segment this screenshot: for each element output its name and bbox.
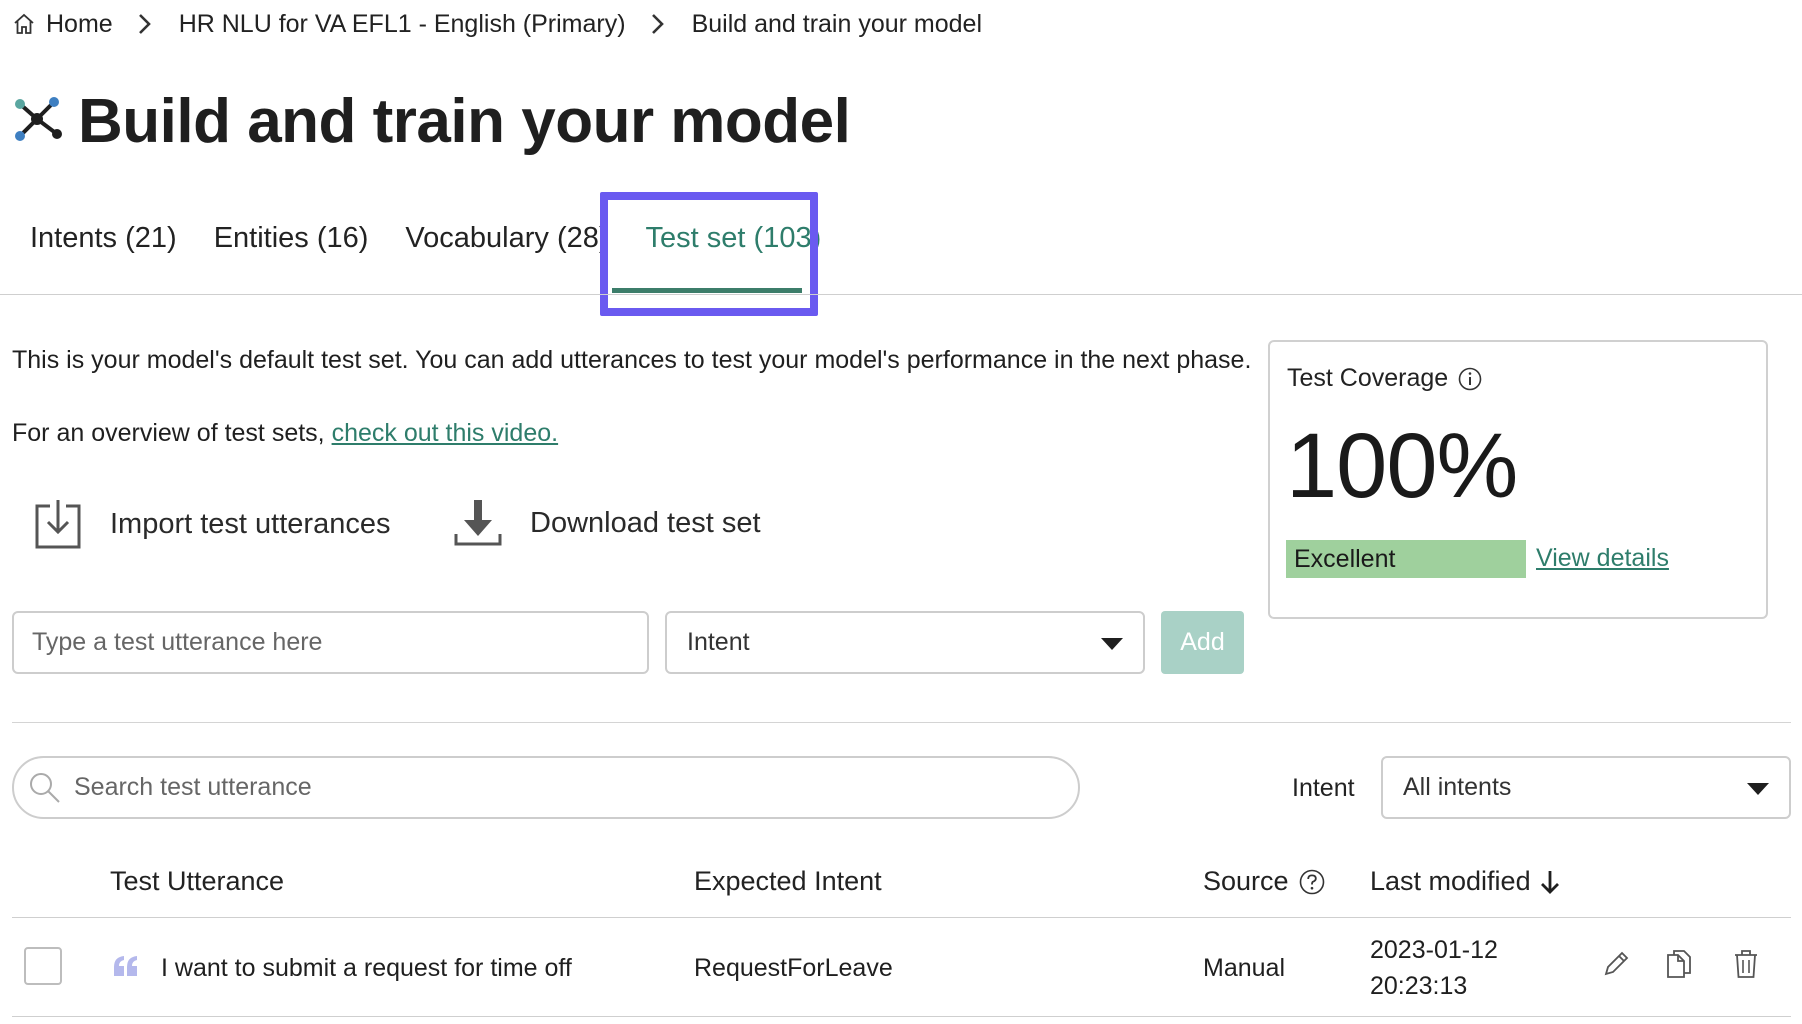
info-icon[interactable] (1458, 367, 1482, 391)
breadcrumb-project[interactable]: HR NLU for VA EFL1 - English (Primary) (179, 10, 626, 39)
trash-icon[interactable] (1733, 949, 1759, 979)
import-label: Import test utterances (110, 507, 391, 540)
modified-date: 2023-01-12 (1370, 936, 1498, 964)
test-set-description: This is your model's default test set. Y… (12, 346, 1252, 374)
tab-focus-highlight (600, 192, 818, 316)
coverage-value: 100% (1286, 415, 1518, 517)
video-hint-text: For an overview of test sets, (12, 419, 325, 447)
breadcrumb: Home HR NLU for VA EFL1 - English (Prima… (12, 8, 982, 40)
table-header-divider (12, 917, 1791, 918)
row-checkbox[interactable] (24, 947, 62, 985)
tab-vocabulary[interactable]: Vocabulary (28) (405, 222, 608, 255)
download-icon (454, 498, 502, 548)
caret-down-icon (1101, 628, 1123, 657)
search-input[interactable] (72, 772, 976, 803)
chevron-right-icon (137, 12, 153, 36)
sort-descending-icon (1539, 869, 1561, 895)
modified-time: 20:23:13 (1370, 972, 1468, 1000)
download-button[interactable]: Download test set (454, 498, 761, 548)
coverage-rating-badge: Excellent (1286, 540, 1526, 578)
import-icon (34, 498, 82, 550)
page-header: Build and train your model (12, 86, 851, 157)
column-header-intent[interactable]: Expected Intent (694, 866, 882, 897)
modified-header-label: Last modified (1370, 866, 1531, 896)
add-button[interactable]: Add (1161, 611, 1244, 674)
quote-icon (112, 955, 140, 977)
search-icon (28, 771, 62, 805)
source-value: Manual (1203, 954, 1285, 982)
coverage-label-row: Test Coverage (1287, 364, 1482, 393)
breadcrumb-home[interactable]: Home (46, 10, 113, 39)
tab-intents[interactable]: Intents (21) (30, 222, 177, 255)
active-tab-indicator (612, 288, 802, 293)
column-header-modified[interactable]: Last modified (1370, 866, 1561, 897)
section-divider (12, 722, 1791, 723)
edit-icon[interactable] (1602, 950, 1630, 978)
intent-select-value: Intent (687, 628, 750, 656)
tab-entities[interactable]: Entities (16) (214, 222, 369, 255)
model-network-icon (12, 94, 62, 149)
copy-icon[interactable] (1666, 949, 1692, 979)
table-row-divider (12, 1016, 1791, 1017)
intent-filter-value: All intents (1403, 773, 1512, 801)
video-link[interactable]: check out this video. (332, 419, 559, 447)
search-field[interactable] (12, 756, 1080, 819)
coverage-label: Test Coverage (1287, 364, 1449, 392)
chevron-right-icon (650, 12, 666, 36)
column-header-utterance[interactable]: Test Utterance (110, 866, 284, 897)
intent-filter-label: Intent (1292, 774, 1355, 802)
import-button[interactable]: Import test utterances (34, 498, 390, 550)
tabs-divider (0, 294, 1802, 295)
intent-select[interactable]: Intent (665, 611, 1145, 674)
utterance-text: I want to submit a request for time off (161, 954, 572, 982)
test-coverage-card: Test Coverage 100% Excellent View detail… (1268, 340, 1768, 619)
caret-down-icon (1747, 773, 1769, 802)
home-icon (12, 12, 36, 36)
expected-intent: RequestForLeave (694, 954, 893, 982)
video-hint: For an overview of test sets, check out … (12, 419, 558, 448)
column-header-source[interactable]: Source (1203, 866, 1325, 897)
view-details-link[interactable]: View details (1536, 544, 1669, 573)
intent-filter-select[interactable]: All intents (1381, 756, 1791, 819)
page-title: Build and train your model (78, 87, 851, 156)
help-icon[interactable] (1299, 869, 1325, 895)
test-utterance-input[interactable] (12, 611, 649, 674)
download-label: Download test set (530, 506, 761, 539)
breadcrumb-current: Build and train your model (691, 9, 983, 38)
source-header-label: Source (1203, 866, 1289, 896)
